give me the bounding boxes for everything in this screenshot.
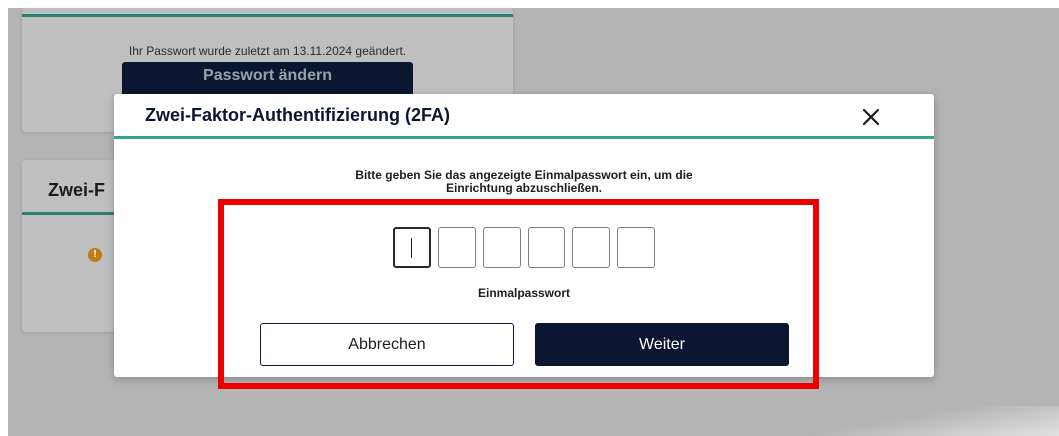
password-info-text: Ihr Passwort wurde zuletzt am 13.11.2024… [128,44,407,58]
twofa-card-title: Zwei-F [48,180,105,200]
twofa-dialog: Zwei-Faktor-Authentifizierung (2FA) Bitt… [114,94,934,377]
dialog-instruction: Bitte geben Sie das angezeigte Einmalpas… [114,169,934,195]
text-caret [411,238,412,258]
otp-digit-5[interactable] [572,227,611,268]
otp-label: Einmalpasswort [477,286,571,300]
otp-digit-1[interactable] [393,227,431,268]
instruction-line-2: Einrichtung abzuschließen. [445,181,603,195]
cancel-button[interactable]: Abbrechen [260,323,514,366]
otp-digit-4[interactable] [527,227,566,268]
dialog-title: Zwei-Faktor-Authentifizierung (2FA) [145,105,450,125]
exclamation-circle-icon: ! [88,248,102,262]
backdrop-sheen [799,406,1059,436]
password-card-accent [22,14,513,17]
close-icon[interactable] [860,106,882,128]
otp-digit-2[interactable] [437,227,476,268]
dialog-header-accent [114,136,934,139]
otp-input-group [393,227,655,268]
dialog-header: Zwei-Faktor-Authentifizierung (2FA) [114,94,934,138]
otp-digit-6[interactable] [617,227,655,268]
next-button[interactable]: Weiter [535,323,789,366]
otp-digit-3[interactable] [482,227,521,268]
